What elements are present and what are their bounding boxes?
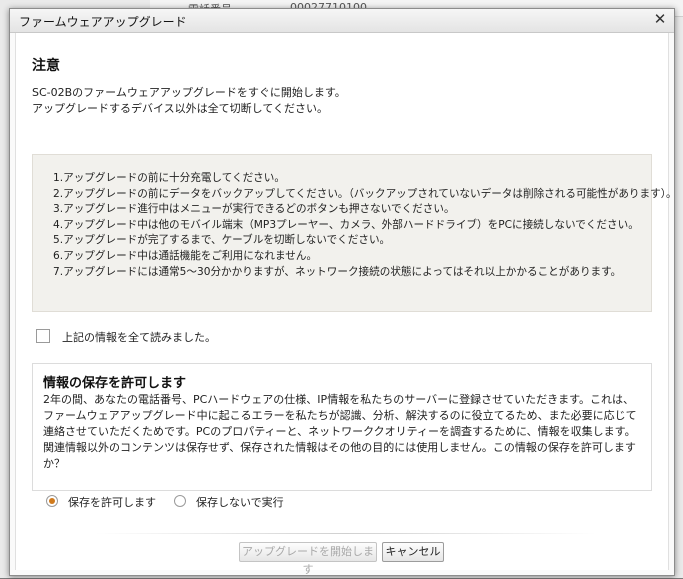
cancel-button[interactable]: キャンセル: [382, 542, 444, 562]
privacy-heading: 情報の保存を許可します: [43, 376, 187, 391]
no-save-label[interactable]: 保存しないで実行: [196, 494, 284, 510]
start-upgrade-button[interactable]: アップグレードを開始します: [239, 542, 377, 576]
precaution-item: 5.アップグレードが完了するまで、ケーブルを切断しないでください。: [53, 234, 391, 247]
close-icon[interactable]: ✕: [652, 11, 668, 27]
firmware-upgrade-dialog: ファームウェアアップグレード ✕ 注意 SC-02Bのファームウェアアップグレー…: [9, 8, 677, 576]
notice-heading: 注意: [32, 58, 60, 74]
precaution-item: 3.アップグレード進行中はメニューが実行できるどのボタンも押さないでください。: [53, 203, 455, 216]
dialog-content: 注意 SC-02Bのファームウェアアップグレードをすぐに開始します。 アップグレ…: [15, 33, 677, 576]
privacy-box: 情報の保存を許可します 2年の間、あなたの電話番号、PCハードウェアの仕様、IP…: [32, 363, 652, 491]
precaution-item: 7.アップグレードには通常5～30分かかりますが、ネットワーク接続の状態によって…: [53, 265, 622, 278]
precaution-item: 6.アップグレード中は通話機能をご利用になれません。: [53, 249, 318, 262]
precautions-list: 1.アップグレードの前に十分充電してください。 2.アップグレードの前にデータを…: [33, 155, 677, 280]
intro-line-2: アップグレードするデバイス以外は全て切断してください。: [32, 102, 329, 115]
no-save-radio[interactable]: [174, 495, 186, 507]
confirm-read-checkbox[interactable]: [36, 329, 50, 343]
footer-divider: [96, 533, 596, 534]
allow-save-label[interactable]: 保存を許可します: [68, 494, 156, 510]
confirm-read-label[interactable]: 上記の情報を全て読みました。: [62, 329, 216, 345]
precaution-item: 1.アップグレードの前に十分充電してください。: [53, 172, 285, 184]
notice-intro: SC-02Bのファームウェアアップグレードをすぐに開始します。 アップグレードす…: [32, 85, 652, 117]
dialog-titlebar: ファームウェアアップグレード ✕: [10, 9, 674, 33]
precaution-item: 4.アップグレード中は他のモバイル端末（MP3プレーヤー、カメラ、外部ハードドラ…: [53, 218, 639, 231]
precautions-box: 1.アップグレードの前に十分充電してください。 2.アップグレードの前にデータを…: [32, 154, 677, 312]
privacy-body: 2年の間、あなたの電話番号、PCハードウェアの仕様、IP情報を私たちのサーバーに…: [43, 393, 637, 470]
allow-save-radio[interactable]: [46, 495, 58, 507]
precaution-item: 2.アップグレードの前にデータをバックアップしてください。（バックアップされてい…: [53, 187, 677, 200]
dialog-title: ファームウェアアップグレード: [19, 15, 187, 29]
intro-line-1: SC-02Bのファームウェアアップグレードをすぐに開始します。: [32, 86, 346, 99]
